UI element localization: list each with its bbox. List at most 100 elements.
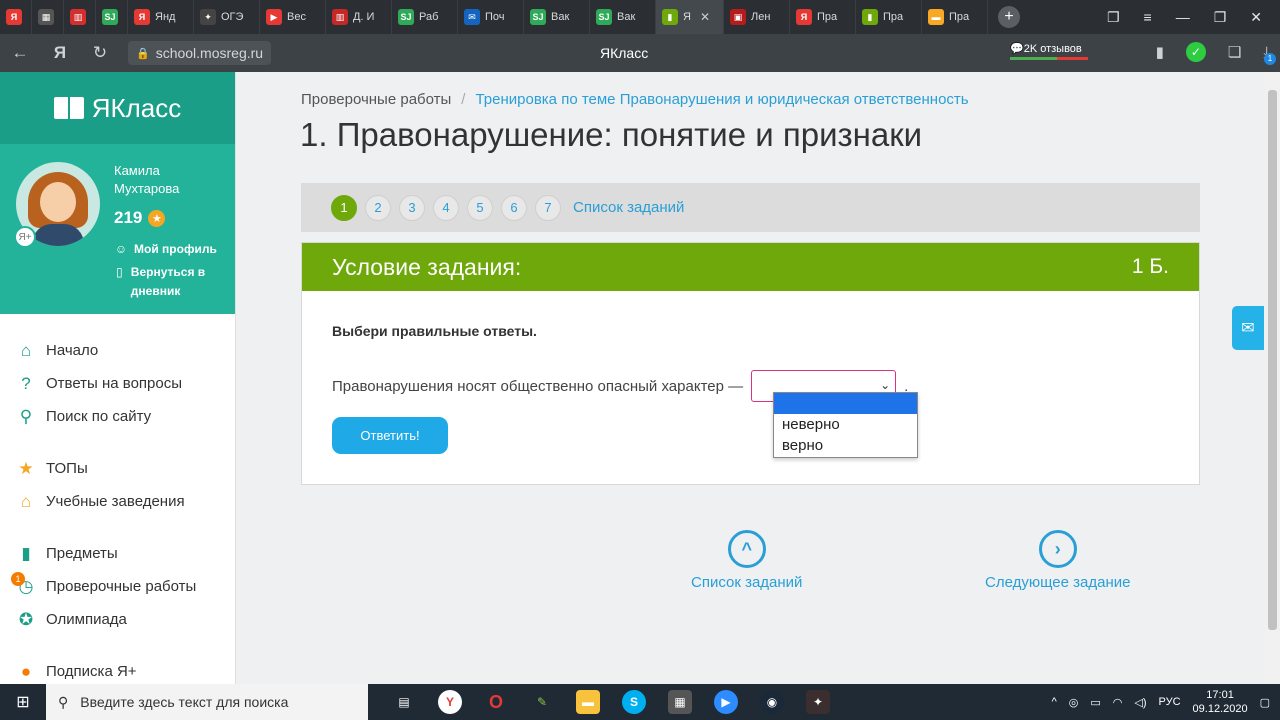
- sidebar-item-tests[interactable]: ◷ Проверочные работы 1: [0, 570, 235, 603]
- sidebar-item-tops[interactable]: ★ ТОПы: [0, 452, 235, 485]
- zoom-icon[interactable]: ▶: [714, 690, 738, 714]
- task-page-4[interactable]: 4: [433, 194, 459, 221]
- wifi-icon[interactable]: ◠: [1113, 696, 1123, 709]
- my-profile-link[interactable]: ☺ Мой профиль: [114, 240, 229, 259]
- task-page-7[interactable]: 7: [535, 194, 561, 221]
- collections-icon[interactable]: ❏: [1228, 43, 1241, 61]
- browser-tab[interactable]: Я Янд: [128, 0, 194, 34]
- sidebar-item-home[interactable]: ⌂ Начало: [0, 334, 235, 367]
- minimize-icon[interactable]: —: [1176, 9, 1190, 25]
- feedback-mail-icon[interactable]: ✉: [1232, 306, 1264, 350]
- breadcrumb-current[interactable]: Тренировка по теме Правонарушения и юрид…: [475, 91, 968, 108]
- menu-icon[interactable]: ≡: [1144, 9, 1152, 25]
- opera-icon[interactable]: O: [484, 690, 508, 714]
- task-view-icon[interactable]: ▤: [392, 690, 416, 714]
- reviews-button[interactable]: 💬2K отзывов: [1010, 42, 1088, 60]
- tab-label: Я: [683, 11, 691, 23]
- page-scrollbar[interactable]: [1265, 72, 1280, 684]
- paint-icon[interactable]: ✎: [530, 690, 554, 714]
- url-field[interactable]: 🔒 school.mosreg.ru: [128, 41, 272, 65]
- taskbar-search[interactable]: ⚲ Введите здесь текст для поиска: [46, 684, 368, 720]
- tab-favicon-icon: ▥: [332, 9, 348, 25]
- tab-favicon-icon: ▬: [928, 9, 944, 25]
- task-list-nav[interactable]: ^ Список заданий: [691, 530, 802, 591]
- back-to-diary-link[interactable]: ▯ Вернуться в дневник: [114, 263, 229, 301]
- downloads-icon[interactable]: ⤓ 1: [1263, 44, 1276, 65]
- clock[interactable]: 17:01 09.12.2020: [1193, 688, 1248, 716]
- page-title-bar: ЯКласс: [600, 45, 649, 61]
- back-to-diary-label: Вернуться в дневник: [130, 265, 206, 298]
- next-task-nav[interactable]: › Следующее задание: [985, 530, 1130, 591]
- browser-tab[interactable]: ▮ Пра: [856, 0, 922, 34]
- task-page-6[interactable]: 6: [501, 194, 527, 221]
- skype-icon[interactable]: S: [622, 690, 646, 714]
- task-page-1[interactable]: 1: [331, 194, 357, 221]
- close-window-icon[interactable]: ✕: [1250, 9, 1262, 26]
- sidebar-item-label: ТОПы: [46, 460, 88, 477]
- dropdown-option[interactable]: [774, 393, 917, 414]
- sidebar-item-search[interactable]: ⚲ Поиск по сайту: [0, 400, 235, 433]
- network-icon[interactable]: ▭: [1090, 696, 1100, 709]
- level-badge-icon: Я+: [14, 226, 36, 248]
- file-explorer-icon[interactable]: ▬: [576, 690, 600, 714]
- meet-now-icon[interactable]: ◎: [1069, 696, 1079, 709]
- window-controls: ❐ ≡ — ❐ ✕: [1107, 0, 1280, 34]
- browser-tab[interactable]: SJ Вак: [590, 0, 656, 34]
- tab-label: Лен: [751, 11, 771, 23]
- browser-tab[interactable]: Я Пра: [790, 0, 856, 34]
- volume-icon[interactable]: ◁): [1134, 696, 1146, 709]
- yaklass-logo[interactable]: ЯКласс: [0, 72, 235, 144]
- user-name[interactable]: Камила Мухтарова: [114, 162, 224, 198]
- browser-tab[interactable]: ▮ Я ✕: [656, 0, 724, 34]
- sidebar-item-subjects[interactable]: ▮ Предметы: [0, 537, 235, 570]
- chevron-right-icon: ›: [1038, 530, 1077, 568]
- notifications-icon[interactable]: ▢: [1260, 696, 1270, 709]
- sidebar-item-institutions[interactable]: ⌂ Учебные заведения: [0, 485, 235, 518]
- language-indicator[interactable]: РУС: [1159, 696, 1181, 708]
- browser-tab[interactable]: SJ: [96, 0, 128, 34]
- browser-tab[interactable]: ▣ Лен: [724, 0, 790, 34]
- calculator-icon[interactable]: ▦: [668, 690, 692, 714]
- task-page-2[interactable]: 2: [365, 194, 391, 221]
- browser-tab[interactable]: ▬ Пра: [922, 0, 988, 34]
- scroll-thumb[interactable]: [1268, 90, 1277, 630]
- game-icon[interactable]: ✦: [806, 690, 830, 714]
- task-page-3[interactable]: 3: [399, 194, 425, 221]
- tabs-overview-icon[interactable]: ❐: [1107, 9, 1120, 26]
- sidebar-item-subscription[interactable]: ● Подписка Я+: [0, 655, 235, 684]
- dropdown-option[interactable]: неверно: [774, 414, 917, 435]
- dropdown-option[interactable]: верно: [774, 435, 917, 456]
- task-page-5[interactable]: 5: [467, 194, 493, 221]
- menu-gap: [0, 636, 235, 655]
- menu-gap: [0, 518, 235, 537]
- new-tab-button[interactable]: +: [998, 6, 1020, 28]
- bookmark-icon[interactable]: ▮: [1156, 43, 1164, 61]
- browser-tab[interactable]: ▥ Д. И: [326, 0, 392, 34]
- yandex-browser-icon[interactable]: Y: [438, 690, 462, 714]
- browser-tab[interactable]: SJ Вак: [524, 0, 590, 34]
- protect-check-icon[interactable]: ✓: [1185, 42, 1206, 62]
- sidebar-item-olympiad[interactable]: ✪ Олимпиада: [0, 603, 235, 636]
- breadcrumb-root[interactable]: Проверочные работы: [301, 91, 451, 108]
- reload-icon[interactable]: ↻: [80, 43, 120, 63]
- windows-start-icon[interactable]: ⊞: [0, 684, 46, 720]
- task-list-link[interactable]: Список заданий: [573, 199, 684, 216]
- back-icon[interactable]: ←: [0, 43, 40, 63]
- yandex-logo-icon[interactable]: Я: [40, 43, 80, 63]
- tray-chevron-up-icon[interactable]: ^: [1052, 696, 1057, 708]
- tab-close-icon[interactable]: ✕: [700, 10, 710, 24]
- browser-tab[interactable]: ▶ Вес: [260, 0, 326, 34]
- submit-answer-button[interactable]: Ответить!: [332, 417, 448, 454]
- points-counter[interactable]: 219 ★: [114, 208, 166, 228]
- sidebar-item-answers[interactable]: ? Ответы на вопросы: [0, 367, 235, 400]
- restore-icon[interactable]: ❐: [1214, 9, 1227, 26]
- steam-icon[interactable]: ◉: [760, 690, 784, 714]
- browser-tab[interactable]: Я: [0, 0, 32, 34]
- browser-tab[interactable]: ✉ Поч: [458, 0, 524, 34]
- browser-tab[interactable]: ✦ ОГЭ: [194, 0, 260, 34]
- browser-tab[interactable]: ▥: [64, 0, 96, 34]
- user-icon: ☺: [114, 242, 128, 256]
- browser-tab[interactable]: ▦: [32, 0, 64, 34]
- institutions-icon: ⌂: [20, 491, 32, 511]
- browser-tab[interactable]: SJ Раб: [392, 0, 458, 34]
